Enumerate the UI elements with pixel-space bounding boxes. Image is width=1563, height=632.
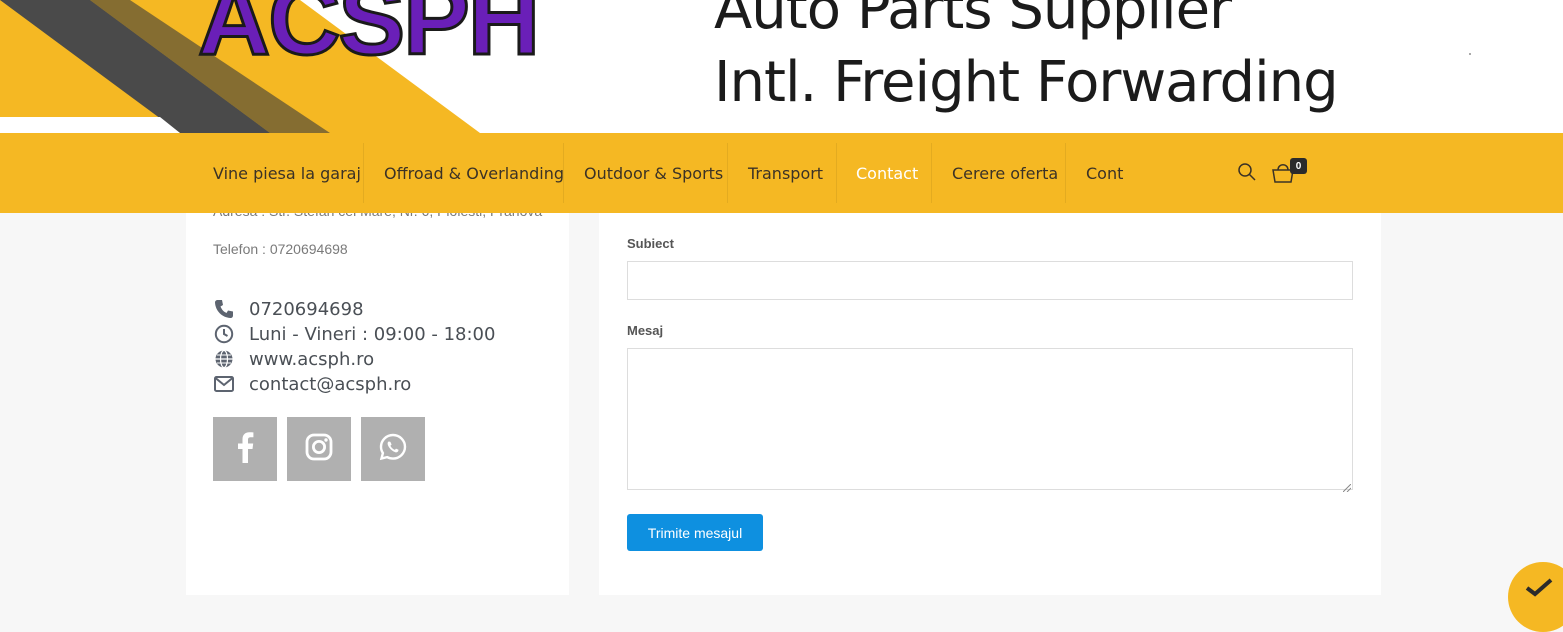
nav-item-outdoor[interactable]: Outdoor & Sports xyxy=(584,133,723,213)
tagline-line-2: Intl. Freight Forwarding xyxy=(714,50,1339,115)
subject-label: Subiect xyxy=(627,236,674,251)
nav-item-vine-piesa[interactable]: Vine piesa la garaj xyxy=(213,133,361,213)
tagline-line-1: Auto Parts Supplier xyxy=(714,0,1232,42)
nav-item-cerere-oferta[interactable]: Cerere oferta xyxy=(952,133,1058,213)
nav-item-contact[interactable]: Contact xyxy=(856,133,918,213)
nav-item-cont[interactable]: Cont xyxy=(1086,133,1123,213)
phone-number[interactable]: 0720694698 xyxy=(249,299,364,320)
facebook-icon xyxy=(236,431,254,468)
facebook-button[interactable] xyxy=(213,417,277,481)
clock-icon xyxy=(213,323,235,345)
whatsapp-button[interactable] xyxy=(361,417,425,481)
cart-count-badge: 0 xyxy=(1290,158,1307,174)
message-label: Mesaj xyxy=(627,323,664,338)
nav-divider xyxy=(727,143,728,203)
header-banner: ACSPH Auto Parts Supplier Intl. Freight … xyxy=(0,0,1563,133)
website-row: www.acsph.ro xyxy=(213,347,374,371)
banner-dot xyxy=(1469,53,1471,55)
email-row: contact@acsph.ro xyxy=(213,372,411,396)
instagram-icon xyxy=(305,433,333,466)
hours-row: Luni - Vineri : 09:00 - 18:00 xyxy=(213,322,495,346)
globe-icon xyxy=(213,348,235,370)
phone-icon xyxy=(213,298,235,320)
nav-divider xyxy=(563,143,564,203)
subject-input[interactable] xyxy=(627,261,1353,300)
website-link[interactable]: www.acsph.ro xyxy=(249,349,374,370)
nav-item-transport[interactable]: Transport xyxy=(748,133,823,213)
floating-chat-button[interactable] xyxy=(1508,562,1563,632)
search-icon[interactable] xyxy=(1237,162,1257,187)
nav-divider xyxy=(363,143,364,203)
envelope-icon xyxy=(213,373,235,395)
phone-row: 0720694698 xyxy=(213,297,364,321)
whatsapp-icon xyxy=(379,433,407,466)
opening-hours: Luni - Vineri : 09:00 - 18:00 xyxy=(249,323,496,345)
site-logo[interactable]: ACSPH xyxy=(196,0,541,72)
main-nav: Vine piesa la garaj Offroad & Overlandin… xyxy=(0,133,1563,213)
message-textarea[interactable] xyxy=(627,348,1353,490)
nav-item-offroad[interactable]: Offroad & Overlanding xyxy=(384,133,564,213)
nav-divider xyxy=(931,143,932,203)
nav-divider xyxy=(836,143,837,203)
instagram-button[interactable] xyxy=(287,417,351,481)
telefon-line: Telefon : 0720694698 xyxy=(213,241,348,257)
contact-info-panel xyxy=(186,213,569,595)
nav-divider xyxy=(1065,143,1066,203)
resize-handle-icon[interactable] xyxy=(1342,479,1352,497)
email-link[interactable]: contact@acsph.ro xyxy=(249,374,411,395)
submit-button[interactable]: Trimite mesajul xyxy=(627,514,763,551)
